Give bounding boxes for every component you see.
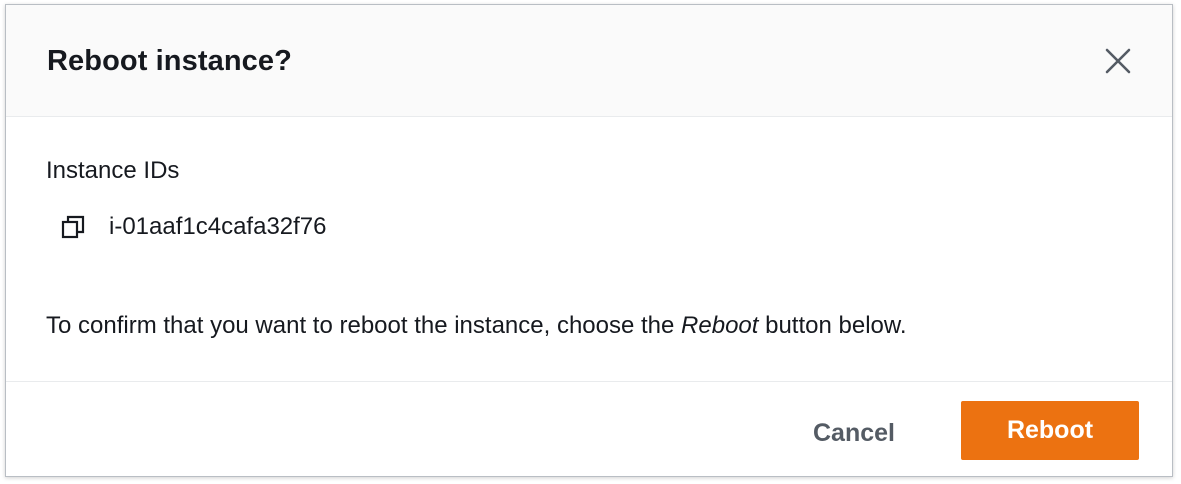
instance-id-row: i-01aaf1c4cafa32f76 <box>60 211 327 243</box>
instance-id-value: i-01aaf1c4cafa32f76 <box>109 213 327 240</box>
cancel-button[interactable]: Cancel <box>794 404 914 462</box>
dialog-title: Reboot instance? <box>47 45 292 77</box>
instance-ids-label: Instance IDs <box>46 157 180 184</box>
confirm-message-emphasis: Reboot <box>681 312 759 339</box>
dialog-footer: Cancel Reboot <box>6 382 1172 476</box>
reboot-button[interactable]: Reboot <box>961 401 1139 460</box>
close-button[interactable] <box>1100 43 1136 79</box>
close-icon <box>1105 48 1131 74</box>
dialog-body: Instance IDs i-01aaf1c4cafa32f76 To conf… <box>6 117 1172 382</box>
dialog-header: Reboot instance? <box>6 5 1172 117</box>
confirm-message: To confirm that you want to reboot the i… <box>46 310 907 342</box>
copy-icon <box>61 215 85 239</box>
confirm-message-suffix: button below. <box>758 312 907 339</box>
copy-button[interactable] <box>60 214 86 240</box>
confirm-message-prefix: To confirm that you want to reboot the i… <box>46 312 682 339</box>
reboot-instance-dialog: Reboot instance? Instance IDs i-01aaf1c4… <box>5 4 1173 477</box>
